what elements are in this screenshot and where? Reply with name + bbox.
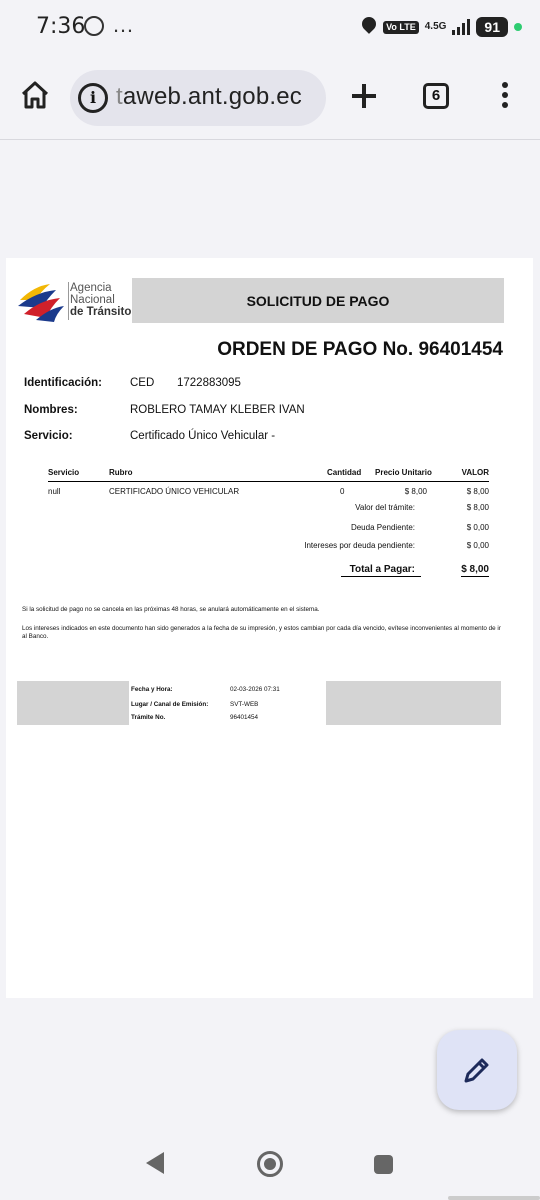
- signal-icon: [452, 19, 471, 35]
- tramite-value: 96401454: [230, 714, 259, 721]
- status-bar: 7:36 … Vo LTE 4.5G 91: [0, 0, 540, 56]
- header-servicio: Servicio: [48, 468, 80, 477]
- header-rubro: Rubro: [109, 468, 133, 477]
- intereses-label: Intereses por deuda pendiente:: [304, 541, 415, 550]
- status-time: 7:36: [36, 14, 86, 39]
- row-cantidad: 0: [340, 487, 345, 496]
- nombres-value: ROBLERO TAMAY KLEBER IVAN: [130, 404, 305, 416]
- tab-switcher-button[interactable]: 6: [423, 83, 449, 109]
- lugar-value: SVT-WEB: [230, 701, 259, 708]
- volte-icon: Vo LTE: [383, 20, 419, 34]
- url-prefix: t: [116, 83, 123, 110]
- privacy-dot-icon: [514, 23, 522, 31]
- battery-level: 91: [476, 17, 508, 37]
- site-info-icon[interactable]: i: [78, 83, 108, 113]
- total-label: Total a Pagar:: [349, 564, 415, 575]
- whatsapp-icon: [84, 16, 104, 36]
- note-interest: Los intereses indicados en este document…: [22, 625, 501, 640]
- lugar-label: Lugar / Canal de Emisión:: [131, 701, 209, 708]
- more-notifications-icon: …: [112, 12, 135, 37]
- servicio-label: Servicio:: [24, 430, 73, 442]
- note-cancel: Si la solicitud de pago no se cancela en…: [22, 606, 320, 613]
- back-icon[interactable]: [146, 1152, 164, 1174]
- document-title: SOLICITUD DE PAGO: [132, 278, 504, 323]
- url-domain: aweb.ant.gob.ec: [122, 83, 303, 110]
- header-valor: VALOR: [461, 468, 489, 477]
- nombres-label: Nombres:: [24, 404, 78, 416]
- identificacion-label: Identificación:: [24, 377, 102, 389]
- total-value-underline: [461, 576, 489, 577]
- deuda-value: $ 0,00: [466, 523, 489, 532]
- header-cantidad: Cantidad: [327, 468, 362, 477]
- location-icon: [361, 17, 377, 37]
- edit-fab-button[interactable]: [437, 1030, 517, 1110]
- browser-toolbar: i taweb.ant.gob.ec 6: [0, 56, 540, 140]
- valor-tramite-value: $ 8,00: [466, 503, 489, 512]
- payment-document: Agencia Nacional de Tránsito SOLICITUD D…: [6, 258, 533, 998]
- total-value: $ 8,00: [461, 564, 489, 575]
- home-nav-icon[interactable]: [257, 1151, 283, 1177]
- header-divider: [48, 481, 489, 482]
- more-menu-icon[interactable]: [500, 82, 510, 112]
- logo-text: Agencia Nacional de Tránsito: [70, 282, 131, 318]
- system-nav-bar: [0, 1128, 540, 1200]
- url-text[interactable]: taweb.ant.gob.ec: [116, 83, 302, 111]
- row-servicio: null: [48, 487, 61, 496]
- order-number: ORDEN DE PAGO No. 96401454: [217, 339, 503, 360]
- gesture-pill: [448, 1196, 540, 1200]
- redacted-box-right: [326, 681, 501, 725]
- home-icon[interactable]: [20, 80, 50, 110]
- logo-line-3: de Tránsito: [70, 306, 132, 318]
- fecha-value: 02-03-2026 07:31: [230, 686, 280, 693]
- new-tab-icon[interactable]: [350, 82, 378, 110]
- pencil-icon: [464, 1058, 489, 1083]
- recents-icon[interactable]: [374, 1155, 393, 1174]
- row-precio: $ 8,00: [404, 487, 427, 496]
- servicio-value: Certificado Único Vehicular -: [130, 430, 276, 442]
- redacted-box-left: [17, 681, 129, 725]
- valor-tramite-label: Valor del trámite:: [355, 503, 415, 512]
- address-bar[interactable]: i taweb.ant.gob.ec: [70, 70, 326, 126]
- row-rubro: CERTIFICADO ÚNICO VEHICULAR: [109, 487, 240, 496]
- network-type: 4.5G: [424, 21, 447, 32]
- total-label-underline: [341, 576, 421, 577]
- identificacion-type: CED: [130, 377, 155, 389]
- deuda-label: Deuda Pendiente:: [350, 523, 415, 532]
- fecha-label: Fecha y Hora:: [131, 686, 173, 693]
- identificacion-value: 1722883095: [177, 377, 241, 389]
- logo-line-2: Nacional: [70, 294, 115, 306]
- row-valor: $ 8,00: [466, 487, 489, 496]
- tramite-label: Trámite No.: [131, 714, 166, 721]
- header-precio: Precio Unitario: [375, 468, 432, 477]
- intereses-value: $ 0,00: [466, 541, 489, 550]
- status-icons: Vo LTE 4.5G 91: [361, 14, 522, 40]
- logo-line-1: Agencia: [70, 282, 112, 294]
